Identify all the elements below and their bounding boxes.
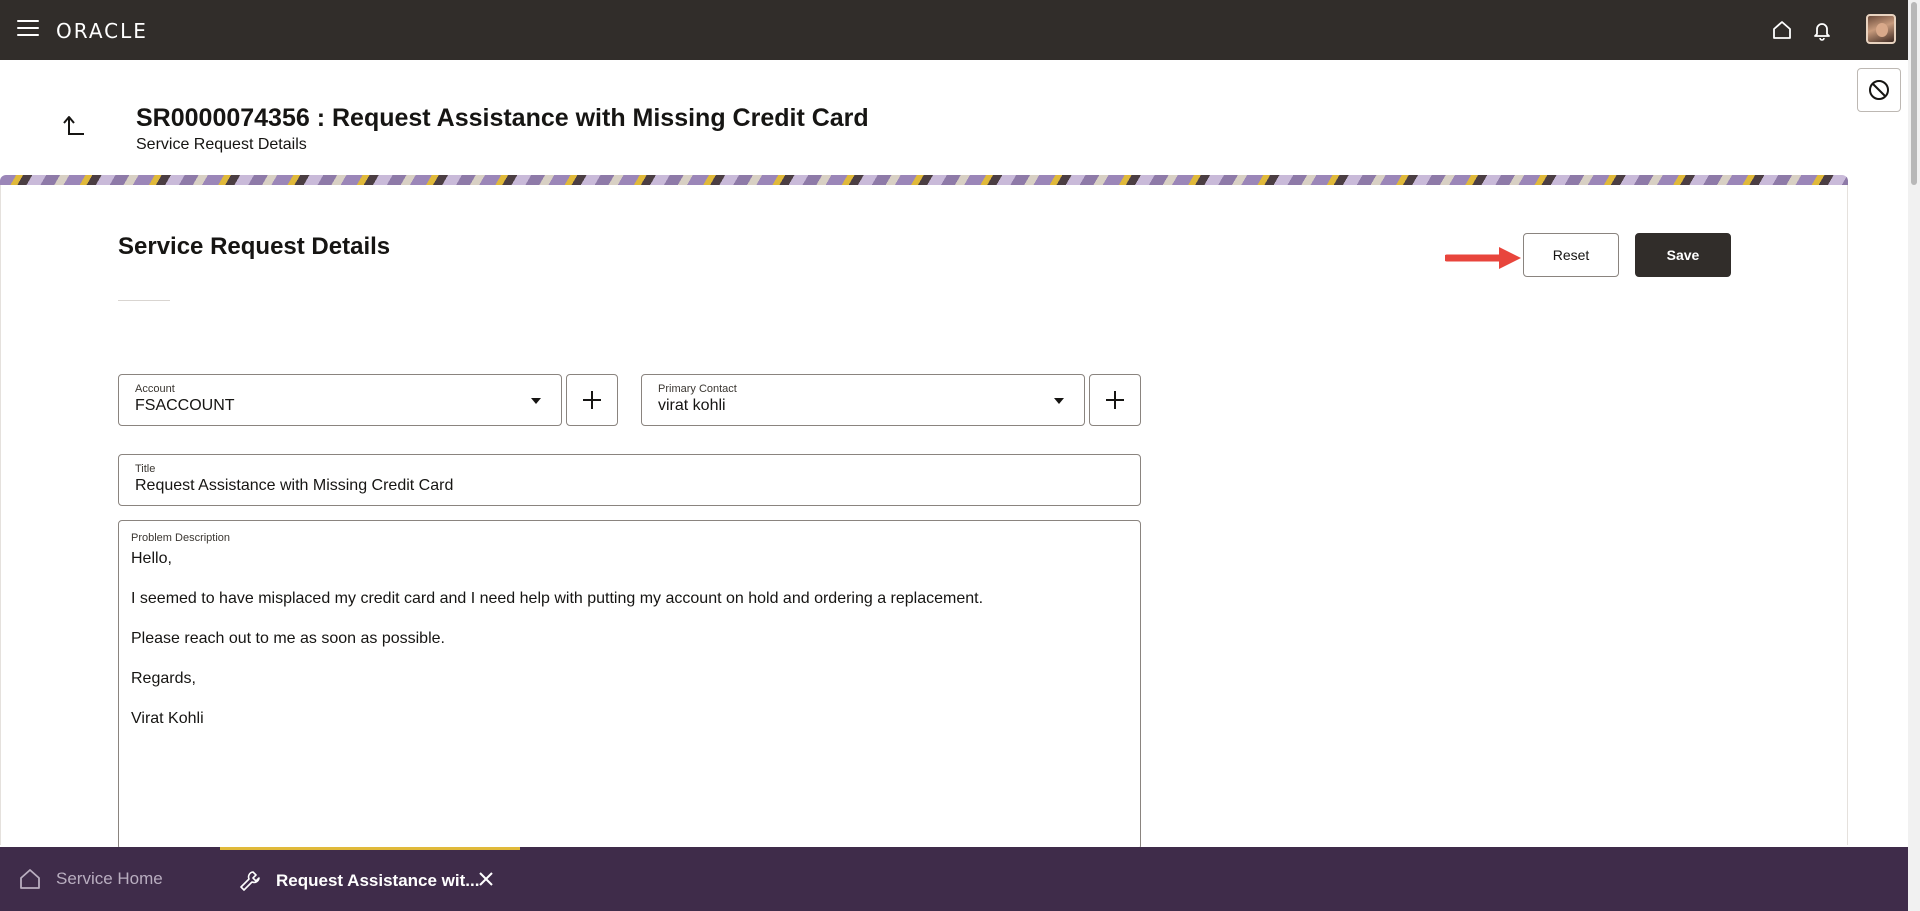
section-divider [118, 300, 170, 301]
title-field[interactable]: Title Request Assistance with Missing Cr… [118, 454, 1141, 506]
primary-contact-label: Primary Contact [658, 383, 737, 395]
wrench-icon [240, 870, 260, 891]
tab-request-assistance[interactable]: Request Assistance wit... [220, 847, 520, 911]
user-avatar[interactable] [1866, 14, 1896, 44]
add-contact-button[interactable] [1089, 374, 1141, 426]
decorative-banner [0, 175, 1848, 185]
close-icon[interactable] [476, 869, 496, 889]
chevron-down-icon[interactable] [531, 398, 541, 404]
chevron-down-icon[interactable] [1054, 398, 1064, 404]
annotation-arrow-icon [1445, 247, 1521, 269]
home-icon [20, 869, 40, 889]
bottom-tab-bar: Service Home Request Assistance wit... [0, 847, 1908, 911]
title-value: Request Assistance with Missing Credit C… [135, 477, 454, 494]
section-title: Service Request Details [118, 233, 391, 260]
menu-icon[interactable] [17, 20, 39, 38]
problem-description-label: Problem Description [131, 532, 231, 544]
description-line: Regards, [131, 670, 196, 687]
primary-contact-select[interactable]: Primary Contact virat kohli [641, 374, 1085, 426]
block-icon-button[interactable] [1857, 68, 1901, 112]
description-line: Virat Kohli [131, 710, 204, 727]
tab-label: Request Assistance wit... [276, 870, 480, 890]
account-label: Account [135, 383, 175, 395]
page-subtitle: Service Request Details [136, 136, 307, 153]
page-title: SR0000074356 : Request Assistance with M… [136, 104, 869, 132]
problem-description-text: Hello, I seemed to have misplaced my cre… [131, 549, 983, 749]
problem-description-textarea[interactable]: Problem Description Hello, I seemed to h… [118, 520, 1141, 850]
plus-icon [583, 391, 601, 409]
title-label: Title [135, 463, 156, 475]
block-icon [1869, 80, 1889, 100]
back-icon[interactable] [60, 112, 90, 142]
account-value: FSACCOUNT [135, 397, 235, 414]
description-line: I seemed to have misplaced my credit car… [131, 590, 984, 607]
tab-service-home[interactable]: Service Home [18, 847, 163, 911]
description-line: Hello, [131, 550, 172, 567]
top-navigation-bar: ORACLE [0, 0, 1908, 60]
description-line: Please reach out to me as soon as possib… [131, 630, 445, 647]
oracle-logo: ORACLE [56, 19, 148, 43]
add-account-button[interactable] [566, 374, 618, 426]
page-scrollbar[interactable] [1908, 0, 1920, 911]
plus-icon [1106, 391, 1124, 409]
reset-button[interactable]: Reset [1523, 233, 1619, 277]
scrollbar-thumb[interactable] [1911, 2, 1917, 185]
tab-label: Service Home [56, 869, 163, 888]
account-select[interactable]: Account FSACCOUNT [118, 374, 562, 426]
bell-icon[interactable] [1808, 16, 1836, 44]
primary-contact-value: virat kohli [658, 397, 726, 414]
save-button[interactable]: Save [1635, 233, 1731, 277]
home-icon[interactable] [1768, 16, 1796, 44]
